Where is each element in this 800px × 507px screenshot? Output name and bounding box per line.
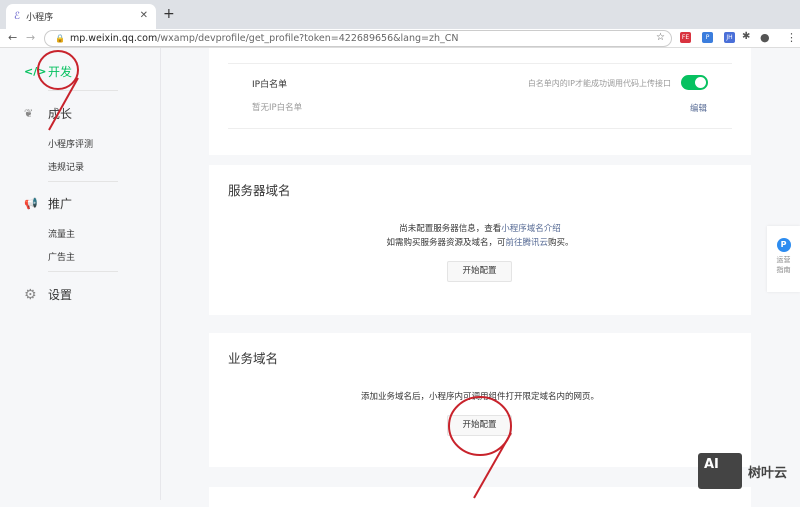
ip-whitelist-label: IP白名单 <box>252 80 288 90</box>
business-domain-card: 业务域名 添加业务域名后，小程序内可调用组件打开限定域名内的网页。 开始配置 <box>209 333 751 467</box>
business-domain-start-button[interactable]: 开始配置 <box>447 415 512 436</box>
browser-toolbar: ← → 🔒 mp.weixin.qq.com/wxamp/devprofile/… <box>0 29 800 48</box>
server-domain-start-button[interactable]: 开始配置 <box>447 261 512 282</box>
business-domain-desc: 添加业务域名后，小程序内可调用组件打开限定域名内的网页。 <box>360 392 599 402</box>
sidebar-subitem-violations[interactable]: 违规记录 <box>48 160 84 173</box>
ip-whitelist-toggle[interactable] <box>681 75 708 90</box>
browser-tab-bar: ℰ 小程序 ✕ + <box>0 0 800 29</box>
divider <box>48 271 118 272</box>
megaphone-icon: 📢 <box>24 197 38 210</box>
ip-whitelist-card: IP白名单 暂无IP白名单 白名单内的IP才能成功调用代码上传接口 编辑 <box>209 48 751 155</box>
extension-p-icon[interactable]: P <box>702 32 713 43</box>
info-text: 尚未配置服务器信息，查看 <box>399 224 502 234</box>
new-tab-button[interactable]: + <box>163 6 175 22</box>
lock-icon: 🔒 <box>55 34 65 43</box>
tab-title: 小程序 <box>26 13 54 23</box>
code-icon: </> <box>24 65 47 78</box>
bookmark-star-icon[interactable]: ☆ <box>656 32 665 43</box>
server-domain-buy: 如需购买服务器资源及域名，可前往腾讯云购买。 <box>209 236 751 251</box>
close-tab-icon[interactable]: ✕ <box>140 10 148 21</box>
info-text: 购买。 <box>548 238 574 248</box>
watermark-text: 树叶云 <box>748 465 788 481</box>
sidebar-item-grow[interactable]: ❦ 成长 <box>24 105 72 122</box>
divider <box>48 181 118 182</box>
sidebar-subitem-traffic-owner[interactable]: 流量主 <box>48 227 75 240</box>
sidebar-label: 推广 <box>48 197 73 211</box>
ip-whitelist-empty: 暂无IP白名单 <box>252 103 303 113</box>
divider <box>228 128 732 129</box>
guide-label-1: 运营 <box>776 256 791 264</box>
sidebar-label: 设置 <box>48 288 73 302</box>
server-domain-card: 服务器域名 尚未配置服务器信息，查看小程序域名介绍 如需购买服务器资源及域名，可… <box>209 165 751 315</box>
divider <box>48 90 118 91</box>
sidebar-item-settings[interactable]: ⚙ 设置 <box>24 286 72 303</box>
gear-icon: ⚙ <box>24 286 37 303</box>
guide-label-2: 指南 <box>776 266 791 274</box>
extension-fe-icon[interactable]: FE <box>680 32 691 43</box>
sidebar-item-promote[interactable]: 📢 推广 <box>24 195 72 212</box>
sidebar-label: 开发 <box>48 65 73 79</box>
miniprogram-favicon-icon: ℰ <box>14 11 21 22</box>
browser-tab[interactable]: ℰ 小程序 ✕ <box>6 4 156 29</box>
forward-icon[interactable]: → <box>26 31 35 44</box>
extensions-puzzle-icon[interactable]: ✱ <box>742 31 750 42</box>
divider <box>228 63 732 64</box>
business-domain-title: 业务域名 <box>228 351 279 366</box>
watermark-logo: AI <box>698 453 742 489</box>
guide-p-icon: P <box>776 238 791 252</box>
sidebar-item-develop[interactable]: </> 开发 <box>24 63 72 80</box>
info-text: 如需购买服务器资源及域名，可 <box>386 238 506 248</box>
sidebar-subitem-advertiser[interactable]: 广告主 <box>48 250 75 263</box>
extension-jh-icon[interactable]: JH <box>724 32 735 43</box>
back-icon[interactable]: ← <box>8 31 17 44</box>
ip-whitelist-hint: 白名单内的IP才能成功调用代码上传接口 <box>527 79 671 88</box>
domain-intro-link[interactable]: 小程序域名介绍 <box>501 224 561 234</box>
server-domain-title: 服务器域名 <box>228 183 291 198</box>
menu-icon[interactable]: ⋮ <box>786 31 797 44</box>
sidebar-subitem-evaluation[interactable]: 小程序评测 <box>48 137 93 150</box>
profile-icon[interactable]: ● <box>760 31 770 44</box>
edit-link[interactable]: 编辑 <box>690 102 707 114</box>
url-host: mp.weixin.qq.com <box>69 33 158 44</box>
sidebar-label: 成长 <box>48 107 73 121</box>
next-card <box>209 487 751 507</box>
sprout-icon: ❦ <box>24 107 34 120</box>
server-domain-info: 尚未配置服务器信息，查看小程序域名介绍 <box>209 222 751 237</box>
operations-guide-widget[interactable]: P 运营 指南 <box>767 226 800 292</box>
sidebar: </> 开发 ❦ 成长 小程序评测 违规记录 📢 推广 流量主 广告主 ⚙ 设置 <box>0 48 161 500</box>
url-path: /wxamp/devprofile/get_profile?token=4226… <box>157 33 459 44</box>
tencent-cloud-link[interactable]: 前往腾讯云 <box>505 238 548 248</box>
watermark: AI 树叶云 <box>698 453 787 489</box>
address-bar[interactable]: 🔒 mp.weixin.qq.com/wxamp/devprofile/get_… <box>44 30 672 47</box>
